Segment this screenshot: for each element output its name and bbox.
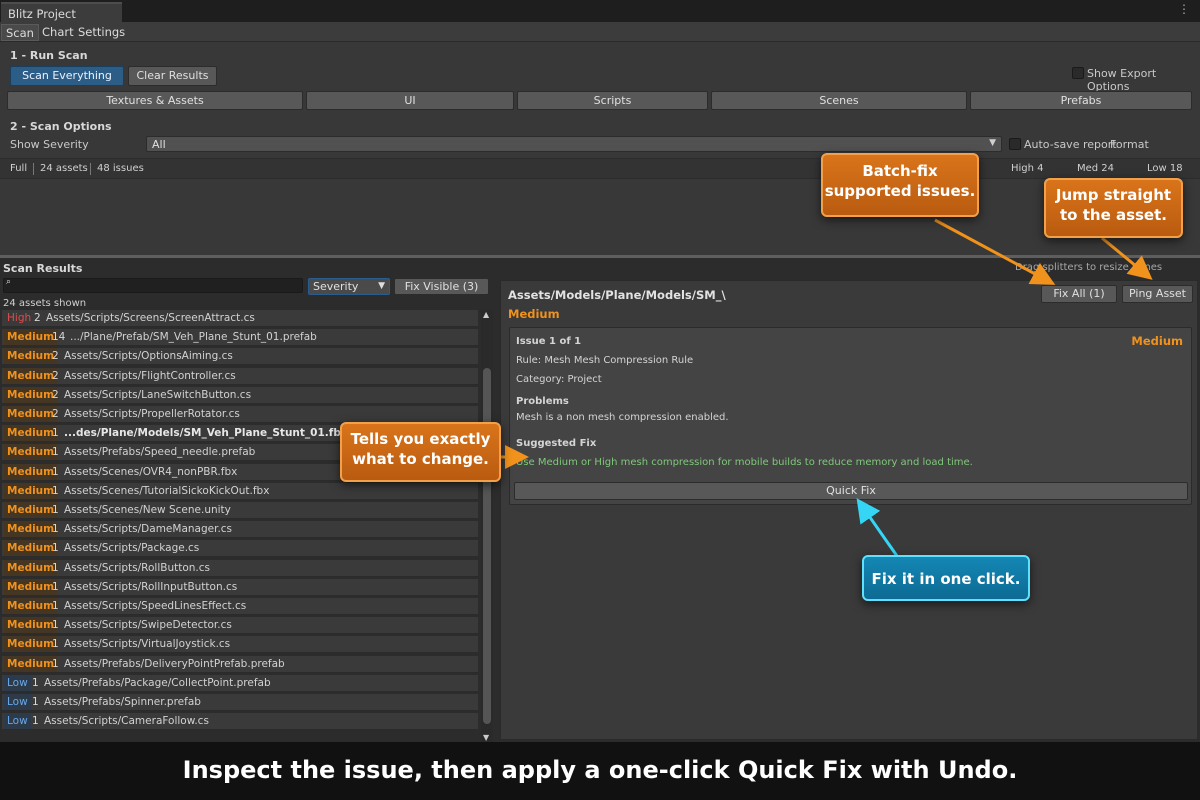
caption-text: Inspect the issue, then apply a one-clic… [182, 756, 1018, 784]
arrow-to-fix-all [934, 218, 1056, 285]
caption-bar: Inspect the issue, then apply a one-clic… [0, 742, 1200, 800]
callout-jump-to-asset: Jump straight to the asset. [1044, 178, 1183, 238]
arrow-to-ping-asset [1101, 236, 1153, 280]
callout-arrows [496, 218, 1153, 557]
callout-tells-what-to-change: Tells you exactly what to change. [340, 422, 501, 482]
callout-batch-fix: Batch-fix supported issues. [821, 153, 979, 217]
callout-fix-one-click: Fix it in one click. [862, 555, 1030, 601]
arrow-to-quick-fix [856, 498, 899, 557]
